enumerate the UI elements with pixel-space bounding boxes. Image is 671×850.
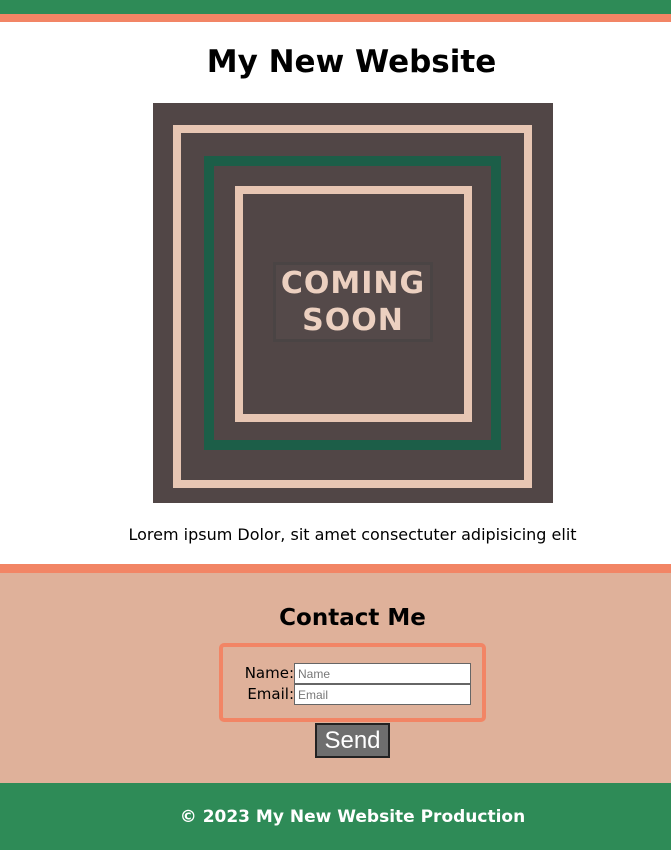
footer-copyright: © 2023 My New Website Production — [179, 807, 526, 827]
name-row: Name: — [237, 663, 471, 684]
section-divider — [0, 564, 671, 573]
contact-title: Contact Me — [279, 605, 426, 631]
email-field[interactable] — [294, 684, 471, 705]
contact-form: Name: Email: — [219, 643, 486, 722]
name-field[interactable] — [294, 663, 471, 684]
send-button[interactable]: Send — [315, 723, 390, 758]
coming-soon-image: COMING SOON — [153, 103, 553, 503]
page-title: My New Website — [206, 44, 497, 80]
top-accent-stripe — [0, 14, 671, 22]
intro-text: Lorem ipsum Dolor, sit amet consectuter … — [128, 525, 577, 544]
top-bar — [0, 0, 671, 14]
coming-soon-badge: COMING SOON — [273, 262, 433, 342]
footer: © 2023 My New Website Production — [0, 783, 671, 850]
badge-line-2: SOON — [302, 303, 404, 338]
name-label: Name: — [244, 664, 294, 682]
email-row: Email: — [237, 684, 471, 705]
email-label: Email: — [247, 685, 294, 703]
badge-line-1: COMING — [280, 266, 426, 301]
contact-section: Contact Me Name: Email: Send — [0, 573, 671, 783]
